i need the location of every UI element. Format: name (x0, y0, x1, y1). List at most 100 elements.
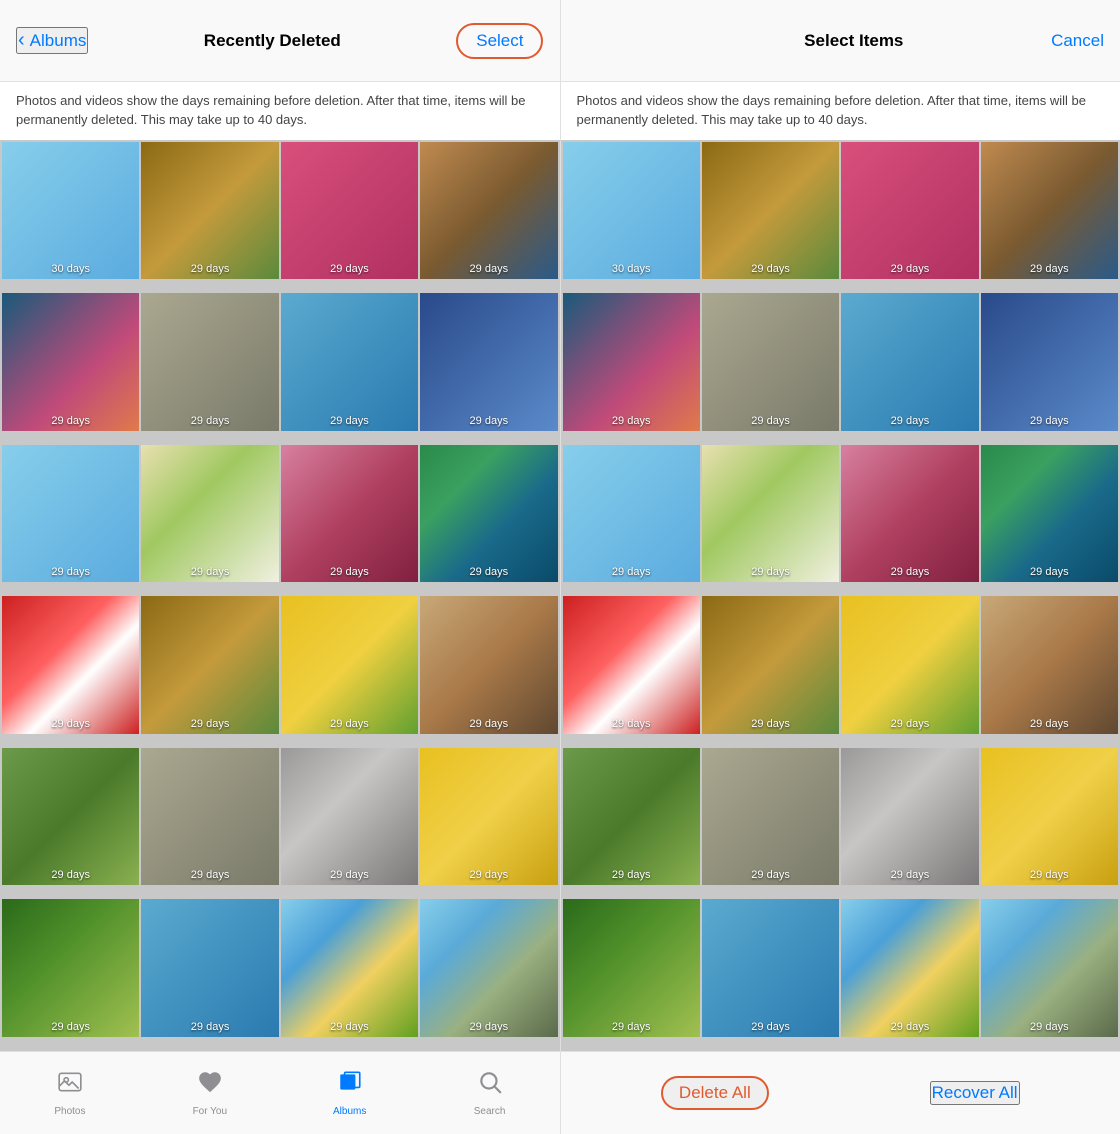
days-label: 29 days (702, 566, 839, 578)
right-tab-actions: Delete All Recover All (561, 1052, 1120, 1134)
photo-cell[interactable]: 29 days (2, 748, 139, 885)
search-icon (477, 1069, 503, 1102)
days-label: 29 days (841, 718, 978, 730)
photo-cell[interactable]: 29 days (702, 596, 839, 733)
photo-cell[interactable]: 29 days (702, 293, 839, 430)
photo-cell[interactable]: 29 days (841, 899, 978, 1036)
days-label: 29 days (141, 263, 278, 275)
photo-cell[interactable]: 29 days (141, 445, 278, 582)
days-label: 29 days (563, 1021, 700, 1033)
right-header: Select Items Cancel (561, 0, 1120, 82)
days-label: 29 days (281, 263, 418, 275)
days-label: 29 days (981, 566, 1118, 578)
photo-cell[interactable]: 29 days (420, 899, 557, 1036)
days-label: 29 days (2, 869, 139, 881)
photo-cell[interactable]: 30 days (2, 142, 139, 279)
photo-cell[interactable]: 30 days (563, 142, 700, 279)
photo-cell[interactable]: 29 days (281, 596, 418, 733)
main-panels: ‹ Albums Recently Deleted Select Photos … (0, 0, 1120, 1134)
photo-cell[interactable]: 29 days (563, 899, 700, 1036)
photo-cell[interactable]: 29 days (702, 748, 839, 885)
select-button[interactable]: Select (456, 23, 543, 59)
back-chevron-icon: ‹ (18, 29, 25, 52)
days-label: 29 days (563, 566, 700, 578)
photo-cell[interactable]: 29 days (841, 596, 978, 733)
days-label: 29 days (841, 415, 978, 427)
tab-item-albums[interactable]: Albums (280, 1052, 420, 1134)
right-photo-grid: 30 days29 days29 days29 days29 days29 da… (561, 140, 1120, 1051)
days-label: 29 days (281, 566, 418, 578)
tab-label: For You (193, 1106, 227, 1117)
photo-cell[interactable]: 29 days (563, 445, 700, 582)
days-label: 29 days (420, 566, 557, 578)
photo-cell[interactable]: 29 days (981, 899, 1118, 1036)
photos-icon (57, 1069, 83, 1102)
days-label: 29 days (702, 263, 839, 275)
days-label: 29 days (281, 1021, 418, 1033)
photo-cell[interactable]: 29 days (281, 293, 418, 430)
days-label: 29 days (420, 869, 557, 881)
days-label: 29 days (841, 869, 978, 881)
photo-cell[interactable]: 29 days (563, 293, 700, 430)
days-label: 29 days (981, 263, 1118, 275)
photo-cell[interactable]: 29 days (281, 445, 418, 582)
days-label: 29 days (420, 263, 557, 275)
photo-cell[interactable]: 29 days (420, 293, 557, 430)
left-photo-grid: 30 days29 days29 days29 days29 days29 da… (0, 140, 560, 1051)
photo-cell[interactable]: 29 days (702, 899, 839, 1036)
photo-cell[interactable]: 29 days (981, 748, 1118, 885)
photo-cell[interactable]: 29 days (141, 142, 278, 279)
left-description: Photos and videos show the days remainin… (0, 82, 560, 140)
albums-icon (337, 1069, 363, 1102)
photo-cell[interactable]: 29 days (141, 293, 278, 430)
photo-cell[interactable]: 29 days (2, 899, 139, 1036)
photo-cell[interactable]: 29 days (563, 596, 700, 733)
photo-cell[interactable]: 29 days (981, 596, 1118, 733)
photo-cell[interactable]: 29 days (702, 445, 839, 582)
days-label: 29 days (420, 1021, 557, 1033)
days-label: 29 days (841, 263, 978, 275)
delete-all-button[interactable]: Delete All (661, 1076, 769, 1110)
days-label: 29 days (702, 1021, 839, 1033)
days-label: 29 days (563, 415, 700, 427)
photo-cell[interactable]: 29 days (281, 142, 418, 279)
days-label: 29 days (281, 718, 418, 730)
photo-cell[interactable]: 29 days (981, 293, 1118, 430)
tab-item-search[interactable]: Search (420, 1052, 560, 1134)
photo-cell[interactable]: 29 days (281, 748, 418, 885)
photo-cell[interactable]: 29 days (141, 748, 278, 885)
photo-cell[interactable]: 29 days (420, 596, 557, 733)
photo-cell[interactable]: 29 days (981, 445, 1118, 582)
photo-cell[interactable]: 29 days (702, 142, 839, 279)
photo-cell[interactable]: 29 days (2, 596, 139, 733)
days-label: 29 days (981, 718, 1118, 730)
photo-cell[interactable]: 29 days (141, 596, 278, 733)
days-label: 29 days (702, 415, 839, 427)
photo-cell[interactable]: 29 days (281, 899, 418, 1036)
photo-cell[interactable]: 29 days (420, 142, 557, 279)
photo-cell[interactable]: 29 days (841, 445, 978, 582)
days-label: 29 days (981, 1021, 1118, 1033)
days-label: 29 days (420, 415, 557, 427)
photo-cell[interactable]: 29 days (841, 748, 978, 885)
photo-cell[interactable]: 29 days (2, 293, 139, 430)
tab-bar-items: Photos For You AlbumsSearch (0, 1052, 560, 1134)
photo-cell[interactable]: 29 days (841, 142, 978, 279)
for-you-icon (197, 1069, 223, 1102)
days-label: 30 days (563, 263, 700, 275)
photo-cell[interactable]: 29 days (420, 445, 557, 582)
photo-cell[interactable]: 29 days (841, 293, 978, 430)
photo-cell[interactable]: 29 days (141, 899, 278, 1036)
photo-cell[interactable]: 29 days (2, 445, 139, 582)
tab-item-for-you[interactable]: For You (140, 1052, 280, 1134)
photo-cell[interactable]: 29 days (981, 142, 1118, 279)
cancel-button[interactable]: Cancel (1051, 27, 1104, 55)
photo-cell[interactable]: 29 days (420, 748, 557, 885)
back-button[interactable]: ‹ Albums (16, 27, 88, 54)
photo-cell[interactable]: 29 days (563, 748, 700, 885)
tab-item-photos[interactable]: Photos (0, 1052, 140, 1134)
recover-all-button[interactable]: Recover All (930, 1081, 1020, 1105)
days-label: 29 days (702, 869, 839, 881)
days-label: 29 days (141, 869, 278, 881)
days-label: 29 days (841, 1021, 978, 1033)
